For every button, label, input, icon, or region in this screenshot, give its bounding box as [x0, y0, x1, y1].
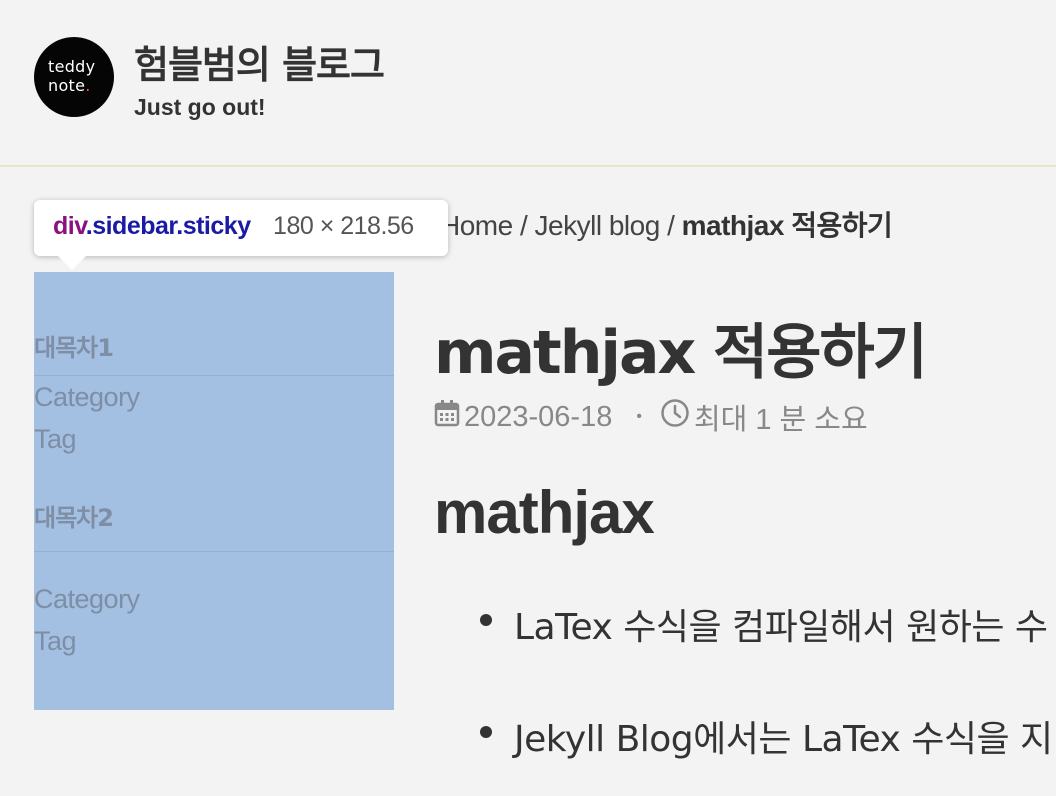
- toc-group-2: 대목차2 Category Tag: [34, 498, 394, 662]
- breadcrumb-separator: /: [667, 210, 675, 241]
- breadcrumb-category[interactable]: Jekyll blog: [535, 210, 661, 241]
- list-item-text: LaTex 수식을 컴파일해서 원하는 수: [514, 607, 1048, 648]
- breadcrumb-home[interactable]: Home: [440, 210, 513, 241]
- site-subtitle: Just go out!: [134, 94, 266, 120]
- post-date: 2023-06-18: [464, 400, 613, 433]
- read-time: 최대 1 분 소요: [693, 404, 868, 436]
- bullet-dot: [480, 614, 492, 626]
- tooltip-class-names: .sidebar.sticky: [85, 212, 251, 240]
- toc-link-tag[interactable]: Tag: [34, 620, 394, 662]
- clock-icon: [660, 398, 690, 436]
- breadcrumb-current: mathjax 적용하기: [681, 210, 893, 241]
- toc-link-category[interactable]: Category: [34, 578, 394, 620]
- list-item-text: Jekyll Blog에서는 LaTex 수식을 지: [514, 719, 1053, 760]
- toc-link-category[interactable]: Category: [34, 376, 394, 418]
- calendar-icon: [434, 399, 460, 435]
- tooltip-tag-name: div: [53, 212, 86, 240]
- breadcrumb: Home / Jekyll blog / mathjax 적용하기: [440, 204, 893, 244]
- logo-text-line1: teddy: [48, 57, 96, 76]
- logo-dot: .: [85, 76, 91, 95]
- toc-title-1: 대목차1: [34, 272, 394, 376]
- site-title[interactable]: 험블범의 블로그: [134, 34, 385, 89]
- post-meta: 2023-06-18 • 최대 1 분 소요: [434, 396, 868, 438]
- meta-separator: •: [636, 408, 642, 425]
- toc-link-tag[interactable]: Tag: [34, 418, 394, 460]
- tooltip-dimensions: 180 × 218.56: [273, 212, 414, 240]
- breadcrumb-separator: /: [519, 210, 528, 241]
- sidebar-sticky: 대목차1 Category Tag 대목차2 Category Tag: [34, 272, 394, 710]
- masthead: teddy note. 험블범의 블로그 Just go out!: [0, 0, 1056, 167]
- section-heading: mathjax: [434, 479, 655, 546]
- toc-group-1: 대목차1 Category Tag: [34, 272, 394, 460]
- devtools-element-tooltip: div.sidebar.sticky 180 × 218.56: [34, 200, 448, 270]
- page-title: mathjax 적용하기: [434, 318, 928, 388]
- site-logo[interactable]: teddy note.: [34, 37, 114, 117]
- toc-title-2: 대목차2: [34, 498, 394, 552]
- bullet-dot: [480, 726, 492, 738]
- logo-text-line2: note: [48, 76, 86, 95]
